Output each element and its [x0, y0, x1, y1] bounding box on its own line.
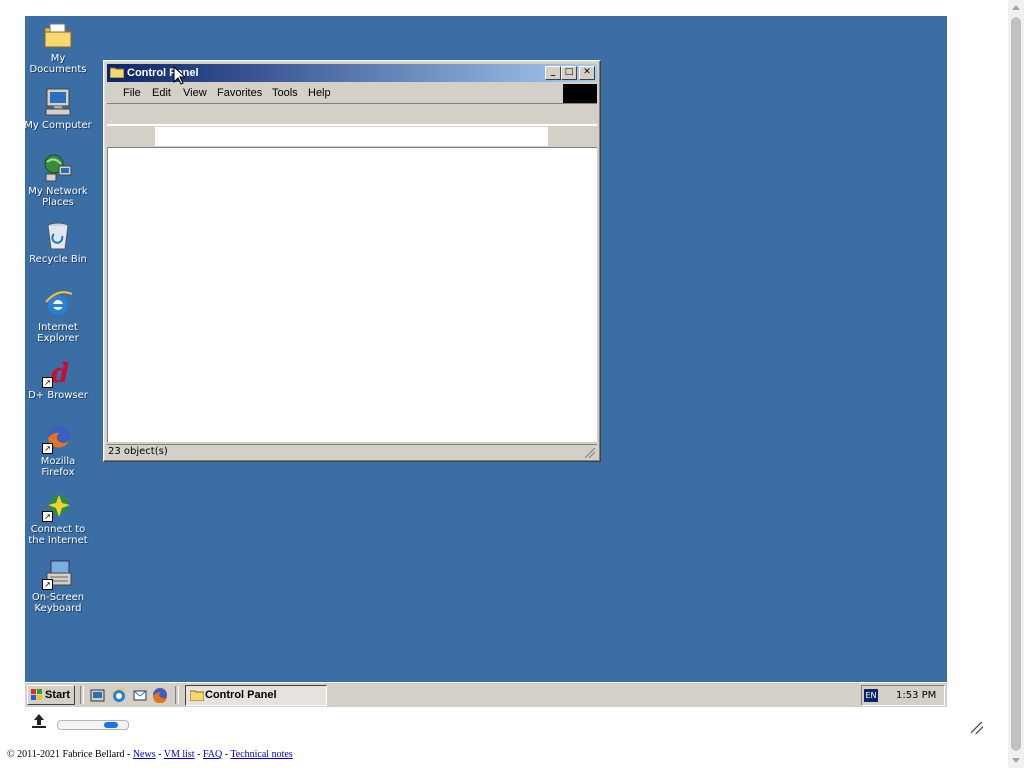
- desktop-icon-my-computer[interactable]: My Computer: [25, 86, 93, 131]
- close-button[interactable]: ✕: [579, 66, 595, 80]
- control-panel-window[interactable]: Control Panel _ □ ✕ File Edit View Favor…: [103, 60, 601, 462]
- address-input[interactable]: [155, 127, 548, 146]
- maximize-button[interactable]: □: [561, 66, 577, 80]
- computer-icon: [42, 86, 74, 118]
- svg-text:d: d: [51, 359, 69, 388]
- firefox-quicklaunch-icon[interactable]: [152, 687, 168, 704]
- language-indicator[interactable]: EN: [864, 689, 878, 702]
- taskbar-clock[interactable]: 1:53 PM: [896, 686, 936, 705]
- page-footer: © 2011-2021 Fabrice Bellard - News - VM …: [7, 749, 293, 760]
- terminal-resize-icon[interactable]: [971, 722, 983, 734]
- taskbar: Start Control Panel EN 1:53 PM: [25, 682, 947, 707]
- windows-logo-throbber: [563, 84, 597, 104]
- folder-documents-icon: [42, 19, 74, 51]
- emulator-screen[interactable]: My Documents My Computer My Network Plac…: [25, 16, 947, 707]
- scroll-down-arrow-icon[interactable]: [1012, 758, 1020, 763]
- shortcut-arrow-icon: ↗: [42, 511, 53, 522]
- connect-internet-icon: ↗: [42, 490, 74, 522]
- menu-help[interactable]: Help: [308, 83, 331, 103]
- menu-favorites[interactable]: Favorites: [217, 83, 262, 103]
- internet-explorer-icon: [42, 288, 74, 320]
- desktop-icon-connect-internet[interactable]: ↗ Connect to the Internet: [25, 490, 93, 546]
- desktop-icon-mozilla-firefox[interactable]: ↗ Mozilla Firefox: [25, 422, 93, 478]
- start-button[interactable]: Start: [27, 685, 75, 705]
- upload-icon[interactable]: [30, 712, 48, 730]
- copyright-text: © 2011-2021 Fabrice Bellard -: [7, 749, 133, 760]
- standard-toolbar: [107, 103, 597, 125]
- window-title: Control Panel: [127, 67, 199, 79]
- desktop-icon-d-browser[interactable]: d ↗ D+ Browser: [25, 356, 93, 401]
- address-bar: [107, 125, 597, 146]
- desktop-icon-my-documents[interactable]: My Documents: [25, 19, 93, 75]
- footer-separator: -: [155, 749, 164, 760]
- system-tray: EN 1:53 PM: [861, 685, 945, 706]
- desktop-icon-my-network-places[interactable]: My Network Places: [25, 152, 93, 208]
- scroll-thumb[interactable]: [1011, 17, 1021, 751]
- status-bar: 23 object(s): [107, 444, 597, 459]
- menu-edit[interactable]: Edit: [152, 83, 171, 103]
- footer-link-faq[interactable]: FAQ: [203, 749, 222, 760]
- taskbar-separator: [175, 686, 179, 704]
- footer-link-news[interactable]: News: [133, 749, 156, 760]
- recycle-bin-icon: [42, 220, 74, 252]
- taskbar-separator: [80, 686, 84, 704]
- outlook-express-icon[interactable]: [132, 687, 148, 703]
- folder-icon: [189, 689, 205, 702]
- resize-grip-icon[interactable]: [585, 448, 595, 458]
- volume-slider[interactable]: [57, 720, 129, 730]
- desktop-icon-recycle-bin[interactable]: Recycle Bin: [25, 220, 93, 265]
- slider-knob[interactable]: [104, 722, 118, 728]
- menu-file[interactable]: File: [123, 83, 141, 103]
- page-scrollbar[interactable]: [1008, 0, 1024, 768]
- keyboard-icon: ↗: [42, 558, 74, 590]
- desktop-icon-internet-explorer[interactable]: Internet Explorer: [25, 288, 93, 344]
- folder-content-pane[interactable]: [107, 147, 597, 442]
- shortcut-arrow-icon: ↗: [42, 579, 53, 590]
- shortcut-arrow-icon: ↗: [42, 443, 53, 454]
- minimize-button[interactable]: _: [545, 66, 561, 80]
- menu-tools[interactable]: Tools: [272, 83, 298, 103]
- menu-view[interactable]: View: [183, 83, 207, 103]
- footer-link-vm-list[interactable]: VM list: [164, 749, 195, 760]
- d-browser-icon: d ↗: [42, 356, 74, 389]
- mouse-cursor-icon: [173, 66, 187, 85]
- firefox-icon: ↗: [42, 422, 74, 454]
- menu-bar: File Edit View Favorites Tools Help: [107, 83, 597, 104]
- shortcut-arrow-icon: ↗: [42, 377, 53, 388]
- folder-icon: [109, 66, 125, 79]
- status-object-count: 23 object(s): [108, 446, 168, 457]
- network-icon: [42, 152, 74, 184]
- footer-separator: -: [194, 749, 203, 760]
- internet-explorer-quicklaunch-icon[interactable]: [111, 687, 127, 703]
- footer-link-technical-notes[interactable]: Technical notes: [230, 749, 292, 760]
- windows-flag-icon: [31, 689, 43, 701]
- show-desktop-icon[interactable]: [90, 687, 106, 703]
- desktop-icon-on-screen-keyboard[interactable]: ↗ On-Screen Keyboard: [25, 558, 93, 614]
- scroll-up-arrow-icon[interactable]: [1012, 5, 1020, 10]
- taskbar-button-control-panel[interactable]: Control Panel: [185, 685, 327, 706]
